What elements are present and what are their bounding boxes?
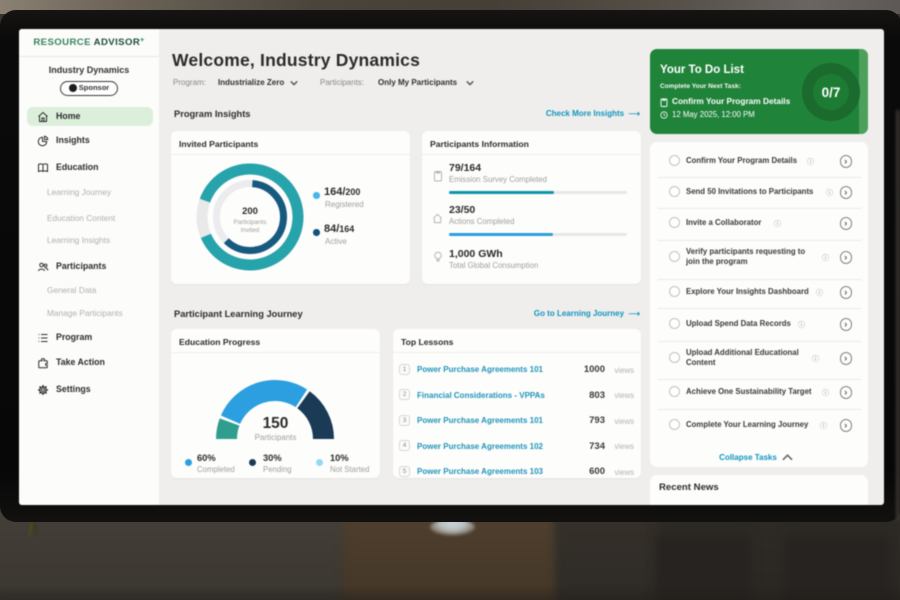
svg-text:Participants: Participants: [234, 219, 267, 226]
svg-text:200: 200: [242, 206, 258, 217]
svg-text:Invited: Invited: [241, 227, 260, 234]
svg-text:0/7: 0/7: [822, 85, 841, 100]
